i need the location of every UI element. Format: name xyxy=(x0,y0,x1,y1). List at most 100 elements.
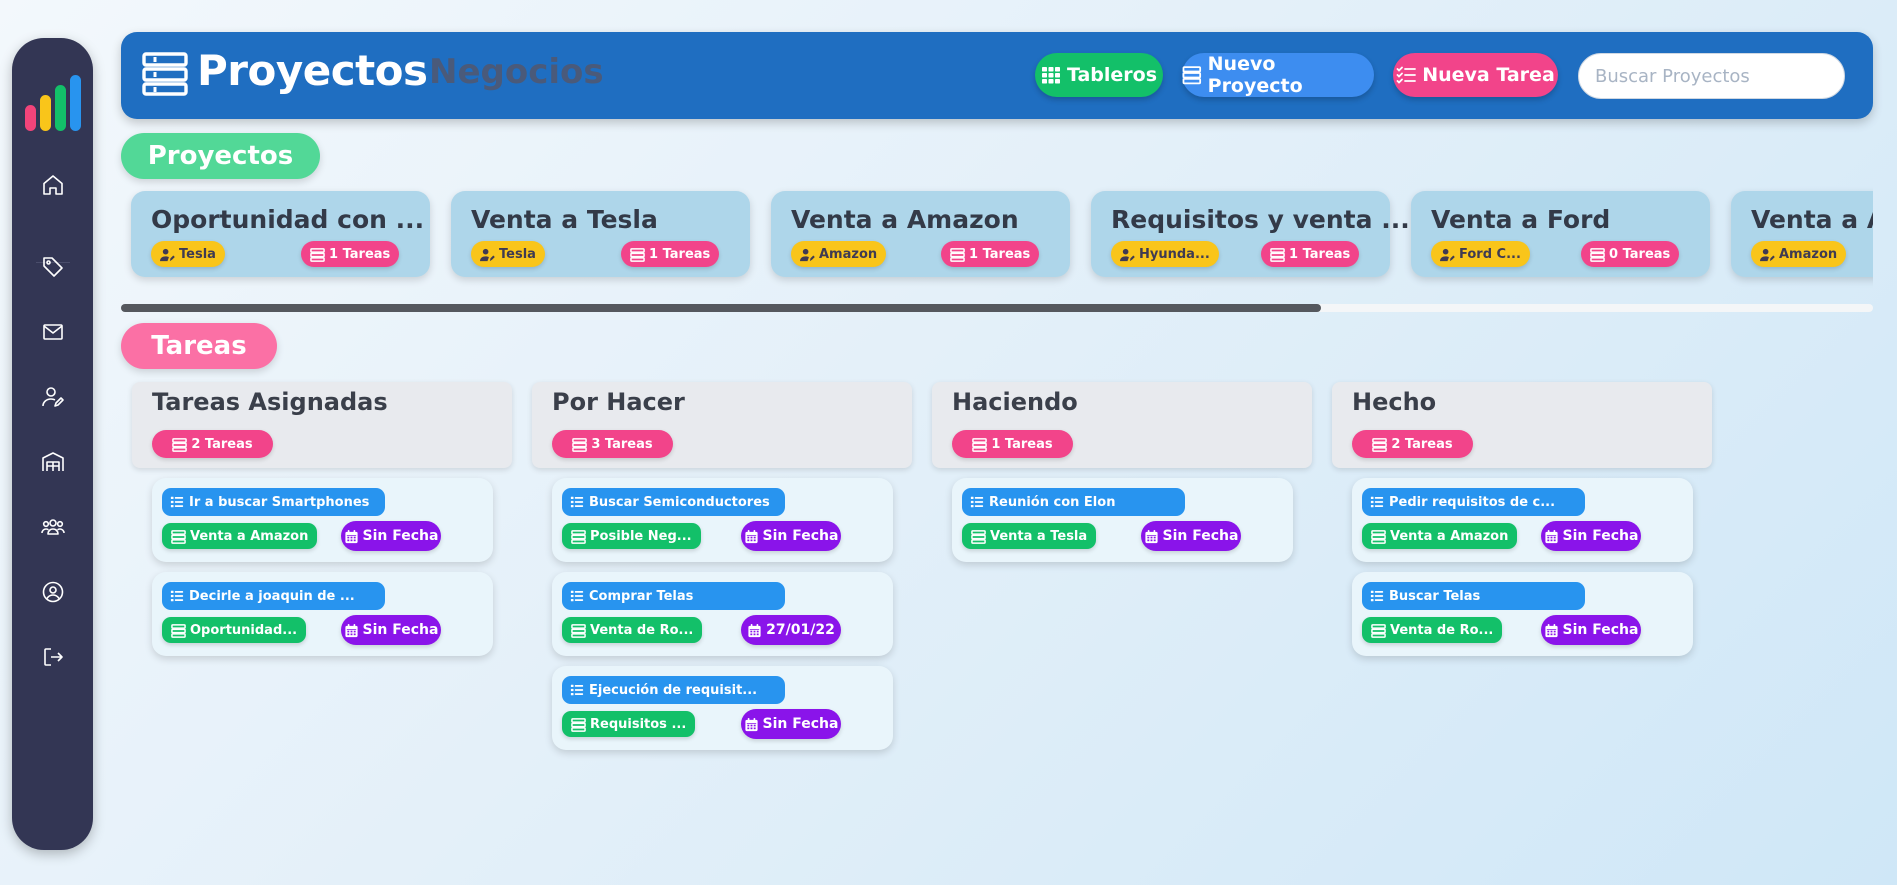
task-count-badge-label: 0 Tareas xyxy=(1609,246,1671,262)
column-count-badge[interactable]: 2 Tareas xyxy=(152,430,273,458)
project-card[interactable]: Venta a Tesla Tesla 1 Tareas xyxy=(451,191,750,277)
project-card[interactable]: Venta a Amazon Amazon 1 Tareas xyxy=(771,191,1070,277)
nuevo-proyecto-button[interactable]: Nuevo Proyecto xyxy=(1182,53,1374,97)
task-name[interactable]: Ejecución de requisit... xyxy=(562,676,785,704)
task-name[interactable]: Pedir requisitos de c... xyxy=(1362,488,1585,516)
company-badge[interactable]: Amazon xyxy=(1751,241,1847,267)
task-card[interactable]: Reunión con Elon Venta a Tesla Sin Fecha xyxy=(952,478,1293,562)
list-icon xyxy=(570,684,584,696)
task-card[interactable]: Buscar Telas Venta de Ro... Sin Fecha xyxy=(1352,572,1693,656)
company-badge[interactable]: Tesla xyxy=(151,241,225,267)
task-card[interactable]: Ir a buscar Smartphones Venta a Amazon Sin… xyxy=(152,478,493,562)
calendar-icon xyxy=(748,623,761,637)
company-badge[interactable]: Ford C... xyxy=(1431,241,1530,267)
task-project-badge-label: Venta de Ro... xyxy=(1390,622,1494,638)
user-icon xyxy=(1760,248,1775,261)
task-date-badge-label: Sin Fecha xyxy=(362,528,439,544)
task-project-badge[interactable]: Venta a Amazon xyxy=(162,523,318,549)
task-project-badge[interactable]: Venta de Ro... xyxy=(1362,617,1503,643)
projects-carousel[interactable]: Oportunidad con ... Tesla 1 Tareas Venta a … xyxy=(121,183,1873,293)
column-count-badge[interactable]: 1 Tareas xyxy=(952,430,1073,458)
user-icon xyxy=(800,248,815,261)
column-count-badge-label: 3 Tareas xyxy=(591,436,653,452)
user-circle-icon[interactable] xyxy=(40,579,66,605)
task-project-badge[interactable]: Requisitos ... xyxy=(562,711,696,737)
list-icon xyxy=(170,496,184,508)
column-count-badge[interactable]: 3 Tareas xyxy=(552,430,673,458)
task-count-badge[interactable]: 1 Tareas xyxy=(1261,241,1360,267)
logout-icon[interactable] xyxy=(40,644,66,670)
task-date-badge[interactable]: Sin Fecha xyxy=(1541,615,1641,645)
task-count-badge[interactable]: 0 Tareas xyxy=(1581,241,1680,267)
tableros-button[interactable]: Tableros xyxy=(1035,53,1163,97)
task-date-badge-label: 27/01/22 xyxy=(766,622,835,638)
app-logo[interactable] xyxy=(23,73,83,133)
list-icon xyxy=(570,590,584,602)
company-badge[interactable]: Tesla xyxy=(471,241,545,267)
task-project-badge[interactable]: Oportunidad... xyxy=(162,617,307,643)
project-card[interactable]: Venta a Ford Ford C... 0 Tareas xyxy=(1411,191,1710,277)
task-card[interactable]: Pedir requisitos de c... Venta a Amazon Si… xyxy=(1352,478,1693,562)
search-input[interactable] xyxy=(1578,53,1845,99)
projects-icon xyxy=(142,52,188,96)
task-date-badge[interactable]: 27/01/22 xyxy=(741,615,841,645)
users-icon[interactable] xyxy=(40,514,66,540)
task-date-badge-label: Sin Fecha xyxy=(1562,622,1639,638)
task-date-badge[interactable]: Sin Fecha xyxy=(1541,521,1641,551)
task-project-badge[interactable]: Posible Neg... xyxy=(562,523,701,549)
task-date-badge[interactable]: Sin Fecha xyxy=(341,615,441,645)
task-count-badge[interactable]: 1 Tareas xyxy=(301,241,400,267)
scrollbar-thumb[interactable] xyxy=(121,304,1321,312)
task-name[interactable]: Buscar Semiconductores xyxy=(562,488,785,516)
company-badge-label: Tesla xyxy=(499,246,536,262)
user-icon xyxy=(1440,248,1455,261)
project-card[interactable]: Venta a Amazon Amazon xyxy=(1731,191,1873,277)
task-card[interactable]: Decirle a joaquin de ... Oportunidad... Si… xyxy=(152,572,493,656)
task-project-badge-label: Venta a Amazon xyxy=(1390,528,1509,544)
company-badge-label: Hyunda... xyxy=(1139,246,1210,262)
project-title: Venta a Tesla xyxy=(471,205,658,234)
task-date-badge[interactable]: Sin Fecha xyxy=(1141,521,1241,551)
list-icon xyxy=(570,496,584,508)
task-project-badge[interactable]: Venta de Ro... xyxy=(562,617,703,643)
nueva-tarea-button[interactable]: Nueva Tarea xyxy=(1393,53,1558,97)
task-date-badge[interactable]: Sin Fecha xyxy=(741,521,841,551)
task-name[interactable]: Ir a buscar Smartphones xyxy=(162,488,385,516)
company-badge-label: Amazon xyxy=(819,246,878,262)
projects-scrollbar[interactable] xyxy=(121,304,1873,312)
projects-icon xyxy=(172,437,188,452)
task-count-badge[interactable]: 1 Tareas xyxy=(621,241,720,267)
user-icon xyxy=(480,248,495,261)
column-title: Por Hacer xyxy=(552,388,685,416)
project-card[interactable]: Oportunidad con ... Tesla 1 Tareas xyxy=(131,191,430,277)
task-date-badge[interactable]: Sin Fecha xyxy=(341,521,441,551)
task-name[interactable]: Buscar Telas xyxy=(1362,582,1585,610)
home-icon[interactable] xyxy=(40,172,66,198)
task-name-label: Pedir requisitos de c... xyxy=(1389,494,1556,510)
task-name[interactable]: Reunión con Elon xyxy=(962,488,1185,516)
task-count-badge[interactable]: 1 Tareas xyxy=(941,241,1040,267)
projects-icon xyxy=(1371,529,1386,544)
task-project-badge[interactable]: Venta a Tesla xyxy=(962,523,1097,549)
task-card[interactable]: Buscar Semiconductores Posible Neg... Sin … xyxy=(552,478,893,562)
task-name[interactable]: Decirle a joaquin de ... xyxy=(162,582,385,610)
projects-icon xyxy=(1372,437,1388,452)
column-count-badge[interactable]: 2 Tareas xyxy=(1352,430,1473,458)
task-date-badge[interactable]: Sin Fecha xyxy=(741,709,841,739)
list-icon xyxy=(1370,590,1384,602)
company-badge-label: Tesla xyxy=(179,246,216,262)
project-card[interactable]: Requisitos y venta ... Hyunda... 1 Tareas xyxy=(1091,191,1410,277)
task-project-badge[interactable]: Venta a Amazon xyxy=(1362,523,1518,549)
column-title: Haciendo xyxy=(952,388,1078,416)
company-badge[interactable]: Amazon xyxy=(791,241,887,267)
nuevo-proyecto-label: Nuevo Proyecto xyxy=(1207,53,1303,97)
task-card[interactable]: Comprar Telas Venta de Ro... 27/01/22 xyxy=(552,572,893,656)
user-edit-icon[interactable] xyxy=(40,384,66,410)
task-card[interactable]: Ejecución de requisit... Requisitos ... Si… xyxy=(552,666,893,750)
company-badge[interactable]: Hyunda... xyxy=(1111,241,1219,267)
calendar-icon xyxy=(344,529,358,543)
warehouse-icon[interactable] xyxy=(40,449,66,475)
task-name[interactable]: Comprar Telas xyxy=(562,582,785,610)
mail-icon[interactable] xyxy=(40,319,66,345)
tag-icon[interactable] xyxy=(40,254,66,280)
